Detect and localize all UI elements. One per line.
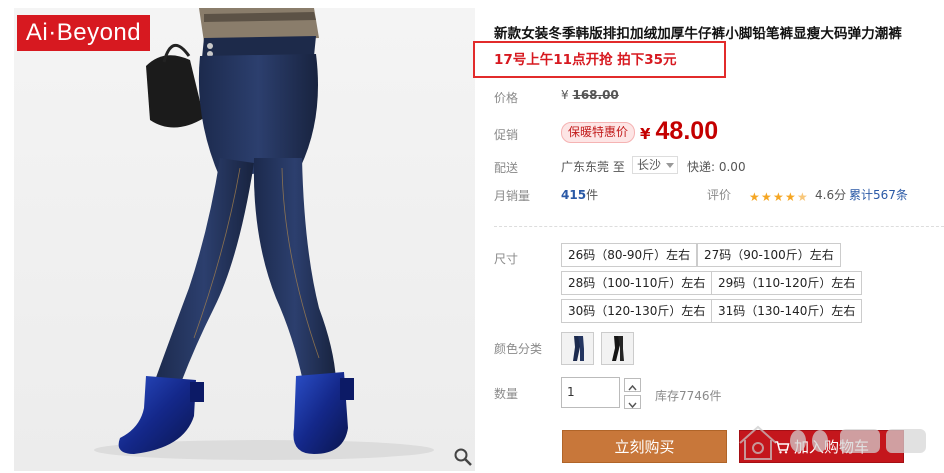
star-icon: ★ [749,190,760,204]
sales-label: 月销量 [494,189,531,203]
chevron-up-icon [628,384,637,391]
size-label: 尺寸 [494,252,519,266]
sold-count-unit: 件 [586,188,599,202]
promo-text: 17号上午11点开抢 拍下35元 [494,52,677,68]
product-page: Ai·Beyond 新款女装冬季韩版排扣加绒加厚牛仔裤小脚铅笔裤显瘦大码弹力潮裤… [0,0,944,473]
shipping-label: 配送 [494,161,519,175]
promotion-label: 促销 [494,128,519,142]
color-swatch[interactable] [601,332,634,365]
promotion-tag: 保暖特惠价 [561,122,636,143]
size-option[interactable]: 26码（80-90斤）左右 [561,243,698,267]
size-option[interactable]: 30码（120-130斤）左右 [561,299,713,323]
original-price-currency: ¥ [561,88,569,102]
size-option[interactable]: 27码（90-100斤）左右 [697,243,841,267]
chevron-down-icon [666,163,674,168]
buy-now-button[interactable]: 立刻购买 [562,430,727,463]
color-swatch-thumbnail [562,333,593,364]
ship-to-select[interactable]: 长沙 [632,156,678,174]
size-option[interactable]: 31码（130-140斤）左右 [711,299,863,323]
zoom-icon[interactable] [453,447,473,467]
shipping-fee: 快递: 0.00 [687,160,746,174]
product-image[interactable]: Ai·Beyond [14,8,475,471]
color-swatch-thumbnail [602,333,633,364]
add-to-cart-button[interactable]: 加入购物车 [739,430,904,463]
sale-price-value: 48.00 [655,117,719,145]
ship-from: 广东东莞 至 [561,158,625,175]
ship-from-location: 广东东莞 [561,160,610,174]
half-star-icon: ★ [797,190,808,204]
sale-price: ¥ 48.00 [640,117,718,146]
rating-label: 评价 [707,188,732,202]
color-label: 颜色分类 [494,342,543,356]
divider [494,226,944,227]
add-to-cart-label: 加入购物车 [793,438,869,456]
chevron-down-icon [628,402,637,409]
product-title: 新款女装冬季韩版排扣加绒加厚牛仔裤小脚铅笔裤显瘦大码弹力潮裤 [494,26,902,42]
model-photo [14,8,475,471]
brand-logo: Ai·Beyond [17,15,150,51]
rating-value: 4.6分 [815,188,847,202]
quantity-input[interactable]: 1 [561,377,620,408]
sold-count-value: 415 [561,188,587,202]
quantity-increase-button[interactable] [624,378,641,392]
review-count-link[interactable]: 累计567条 [849,186,908,203]
ship-to-prefix: 至 [612,160,625,174]
cart-icon [774,433,790,454]
quantity-label: 数量 [494,387,519,401]
quantity-decrease-button[interactable] [624,395,641,409]
ship-to-value: 长沙 [637,158,662,172]
original-price: ¥ 168.00 [561,88,619,102]
original-price-value: 168.00 [572,88,619,102]
rating-stars: ★★★★★ [749,186,809,204]
sold-count: 415件 [561,186,598,203]
size-option[interactable]: 29码（110-120斤）左右 [711,271,863,295]
product-info: 新款女装冬季韩版排扣加绒加厚牛仔裤小脚铅笔裤显瘦大码弹力潮裤 17号上午11点开… [473,0,944,473]
star-icon: ★ [761,190,772,204]
size-option[interactable]: 28码（100-110斤）左右 [561,271,713,295]
star-icon: ★ [773,190,784,204]
color-swatch[interactable] [561,332,594,365]
star-icon: ★ [785,190,796,204]
stock-count: 库存7746件 [655,389,722,403]
price-label: 价格 [494,91,519,105]
sale-price-currency: ¥ [640,125,651,143]
